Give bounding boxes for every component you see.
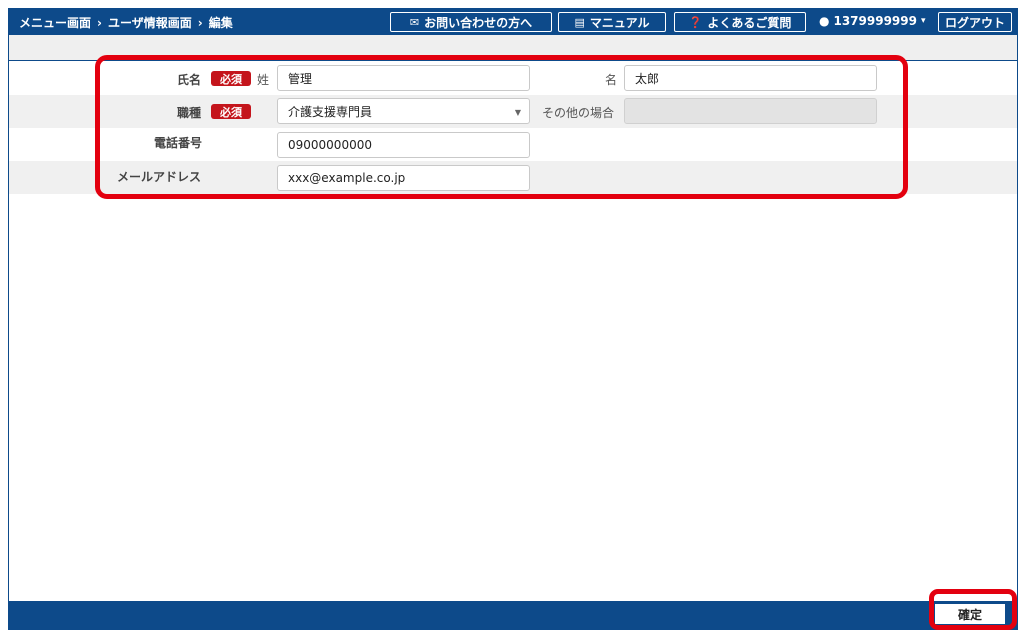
last-name-input[interactable]: 管理 xyxy=(277,65,530,91)
manual-button[interactable]: ▤ マニュアル xyxy=(558,12,666,32)
breadcrumb: メニュー画面 › ユーザ情報画面 › 編集 xyxy=(19,14,233,31)
job-row: 職種 必須 介護支援専門員 ▼ その他の場合 xyxy=(9,95,1017,128)
user-menu[interactable]: ● 1379999999 ▾ xyxy=(819,14,926,28)
logout-button[interactable]: ログアウト xyxy=(938,12,1012,32)
contact-button[interactable]: ✉ お問い合わせの方へ xyxy=(390,12,552,32)
contact-label: お問い合わせの方へ xyxy=(424,15,533,30)
breadcrumb-separator: › xyxy=(197,15,203,30)
required-badge: 必須 xyxy=(211,71,251,86)
question-icon: ❓ xyxy=(688,15,703,29)
caret-down-icon: ▼ xyxy=(514,108,521,117)
required-badge: 必須 xyxy=(211,104,251,119)
breadcrumb-user-info[interactable]: ユーザ情報画面 xyxy=(108,14,192,31)
first-name-label: 名 xyxy=(605,73,618,87)
job-select[interactable]: 介護支援専門員 ▼ xyxy=(277,98,530,124)
footer-bar: 確定 xyxy=(9,589,1017,630)
job-label: 職種 xyxy=(177,106,202,120)
other-label: その他の場合 xyxy=(542,106,615,120)
sub-bar xyxy=(9,35,1017,61)
email-row: メールアドレス xxx@example.co.jp xyxy=(9,161,1017,194)
book-icon: ▤ xyxy=(574,15,585,29)
name-label: 氏名 xyxy=(177,73,202,87)
top-bar: メニュー画面 › ユーザ情報画面 › 編集 ✉ お問い合わせの方へ ▤ マニュア… xyxy=(9,9,1017,35)
email-input[interactable]: xxx@example.co.jp xyxy=(277,165,530,191)
phone-label: 電話番号 xyxy=(154,136,203,150)
email-label: メールアドレス xyxy=(117,170,202,184)
confirm-button[interactable]: 確定 xyxy=(935,604,1005,624)
user-icon: ● xyxy=(819,14,830,28)
other-input xyxy=(624,98,877,124)
breadcrumb-separator: › xyxy=(97,15,102,30)
breadcrumb-edit: 編集 xyxy=(208,16,233,30)
mail-icon: ✉ xyxy=(409,15,420,29)
user-id: 1379999999 xyxy=(833,14,917,28)
first-name-input[interactable]: 太郎 xyxy=(624,65,877,91)
job-select-value: 介護支援専門員 xyxy=(288,104,373,119)
chevron-down-icon: ▾ xyxy=(920,16,926,26)
logout-label: ログアウト xyxy=(944,15,1005,30)
app-frame: メニュー画面 › ユーザ情報画面 › 編集 ✉ お問い合わせの方へ ▤ マニュア… xyxy=(8,8,1018,630)
breadcrumb-menu[interactable]: メニュー画面 xyxy=(19,14,91,31)
last-name-label: 姓 xyxy=(257,73,270,87)
name-row: 氏名 必須 姓 管理 名 太郎 xyxy=(9,62,1017,95)
phone-row: 電話番号 09000000000 xyxy=(9,128,1017,161)
faq-button[interactable]: ❓ よくあるご質問 xyxy=(674,12,806,32)
manual-label: マニュアル xyxy=(589,15,650,30)
phone-input[interactable]: 09000000000 xyxy=(277,132,530,158)
faq-label: よくあるご質問 xyxy=(707,15,792,30)
